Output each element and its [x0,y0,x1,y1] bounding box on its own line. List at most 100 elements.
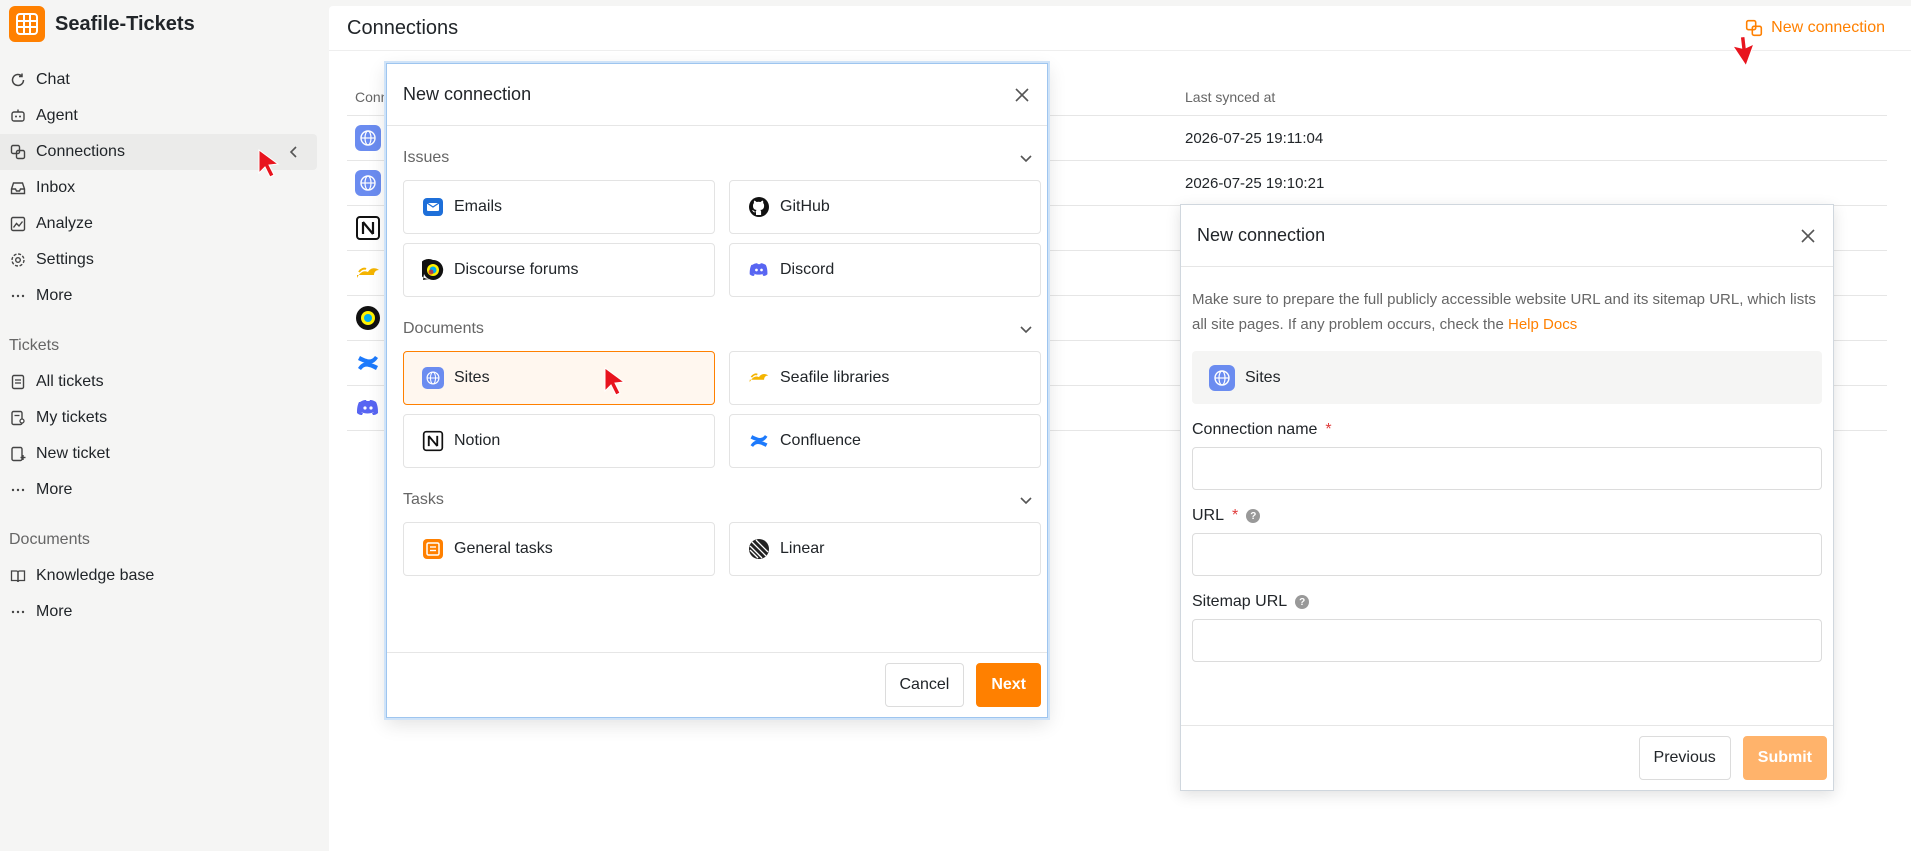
option-label: Seafile libraries [780,369,890,386]
option-confluence[interactable]: Confluence [729,414,1041,468]
sidebar-item-label: Agent [36,107,78,124]
connection-type-label: Sites [1245,368,1281,386]
option-label: GitHub [780,198,830,215]
sidebar-item-analyze[interactable]: Analyze [0,206,329,242]
group-issues[interactable]: Issues [387,142,1047,174]
chevron-down-icon [1020,497,1032,505]
collapse-sidebar-chevron-left-icon[interactable] [285,143,303,161]
sidebar-item-knowledge-base[interactable]: Knowledge base [0,558,329,594]
discourse-icon [422,259,444,281]
mouse-cursor-icon [258,149,280,178]
more-icon [10,288,26,304]
option-sites[interactable]: Sites [403,351,715,405]
group-title: Issues [403,149,450,166]
option-seafile-libraries[interactable]: Seafile libraries [729,351,1041,405]
page-title: Connections [347,16,459,39]
sitemap-label-row: Sitemap URL ? [1192,593,1822,611]
connection-name-input[interactable] [1192,447,1822,490]
notion-icon [356,216,380,240]
close-icon[interactable] [1798,226,1818,246]
confluence-icon [748,430,770,452]
url-input[interactable] [1192,533,1822,576]
group-tasks[interactable]: Tasks [387,484,1047,516]
description-text: Make sure to prepare the full publicly a… [1192,291,1816,333]
sidebar-item-more[interactable]: More [0,278,329,314]
url-label: URL [1192,507,1225,524]
sidebar-item-new-ticket[interactable]: New ticket [0,436,329,472]
help-docs-link[interactable]: Help Docs [1508,316,1577,333]
page-header: Connections New connection [329,6,1911,51]
required-mark: * [1232,507,1239,524]
app-logo-icon [9,6,45,42]
previous-button[interactable]: Previous [1638,736,1731,780]
next-button[interactable]: Next [976,663,1041,707]
linear-icon [748,538,770,560]
group-documents[interactable]: Documents [387,313,1047,345]
brand[interactable]: Seafile-Tickets [0,0,329,48]
option-emails[interactable]: Emails [403,180,715,234]
dialog-title: New connection [1197,225,1326,245]
group-title: Documents [403,320,484,337]
new-connection-label: New connection [1771,19,1885,36]
inbox-icon [10,180,26,196]
chat-icon [10,72,26,88]
sidebar-item-settings[interactable]: Settings [0,242,329,278]
option-label: Sites [454,369,490,386]
sidebar-item-label: More [36,287,73,304]
selected-connection-type: Sites [1192,351,1822,404]
col-connection-header: Conn [355,89,389,105]
new-connection-button[interactable]: New connection [1745,19,1885,37]
new-connection-sites-dialog: New connection Make sure to prepare the … [1180,204,1834,791]
option-github[interactable]: GitHub [729,180,1041,234]
sidebar: Seafile-Tickets Chat Agent Connections I… [0,0,329,851]
sidebar-item-label: All tickets [36,373,104,390]
tasks-options: General tasks Linear [387,516,1047,576]
option-label: Linear [780,540,825,557]
option-linear[interactable]: Linear [729,522,1041,576]
app-name: Seafile-Tickets [55,12,195,35]
documents-options: Sites Seafile libraries Notion Confluenc… [387,345,1047,468]
cancel-button[interactable]: Cancel [884,663,965,707]
sidebar-item-my-tickets[interactable]: My tickets [0,400,329,436]
dialog-title: New connection [403,84,532,104]
help-icon[interactable]: ? [1295,595,1310,609]
option-discord[interactable]: Discord [729,243,1041,297]
list-icon [10,374,26,390]
email-icon [422,196,444,218]
gear-icon [10,252,26,268]
option-notion[interactable]: Notion [403,414,715,468]
dialog-body: Make sure to prepare the full publicly a… [1181,267,1833,662]
globe-icon [355,125,381,151]
mouse-cursor-icon [604,367,626,396]
sidebar-item-chat[interactable]: Chat [0,62,329,98]
sidebar-item-tickets-more[interactable]: More [0,472,329,508]
sidebar-item-label: Inbox [36,179,76,196]
sidebar-item-label: More [36,603,73,620]
sidebar-item-agent[interactable]: Agent [0,98,329,134]
sitemap-url-input[interactable] [1192,619,1822,662]
sidebar-item-label: New ticket [36,445,110,462]
chevron-down-icon [1020,326,1032,334]
submit-button[interactable]: Submit [1742,736,1827,780]
globe-icon [1209,364,1235,391]
notion-icon [422,430,444,452]
help-icon[interactable]: ? [1246,509,1261,523]
option-label: Emails [454,198,503,215]
add-list-icon [10,446,26,462]
discord-icon [357,400,378,415]
connection-name-label: Connection name [1192,421,1318,438]
option-label: Discord [780,261,835,278]
connections-icon [10,144,26,160]
option-general-tasks[interactable]: General tasks [403,522,715,576]
sidebar-item-label: Chat [36,71,70,88]
sidebar-item-all-tickets[interactable]: All tickets [0,364,329,400]
option-label: Discourse forums [454,261,579,278]
sidebar-item-documents-more[interactable]: More [0,594,329,630]
sitemap-url-label: Sitemap URL [1192,593,1288,610]
sidebar-item-label: Knowledge base [36,567,155,584]
col-last-synced-header: Last synced at [1185,89,1276,105]
connection-name-label-row: Connection name * [1192,421,1822,439]
chart-icon [10,216,26,232]
close-icon[interactable] [1012,85,1032,105]
option-discourse-forums[interactable]: Discourse forums [403,243,715,297]
